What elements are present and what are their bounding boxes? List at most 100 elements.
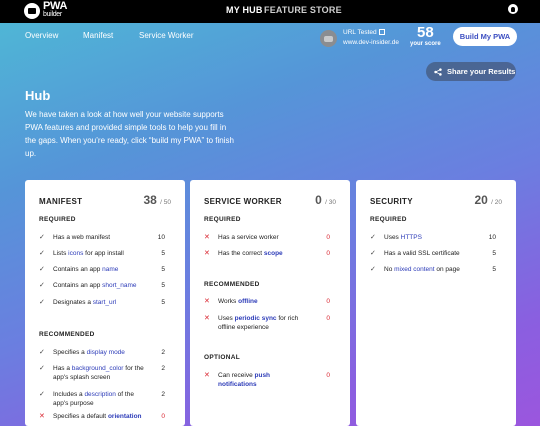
checklist-item-text: Specifies a default orientation [53,413,142,420]
card-score: 20 / 20 [474,193,502,207]
check-icon: ✓ [370,250,376,257]
checklist-item-text: Contains an app name [53,266,119,273]
checklist-item-text: Lists icons for app install [53,250,124,257]
checklist-item: ✕ Uses periodic sync for rich offline exp… [204,314,330,332]
share-label: Share your Results [447,67,516,76]
check-icon: ✓ [39,391,45,398]
checklist-item: ✓ Contains an app short_name 5 [39,281,165,290]
check-icon: ✓ [39,266,45,273]
card-title: MANIFEST [39,197,83,206]
item-points: 0 [161,413,165,420]
feature-link[interactable]: start_url [93,299,116,306]
security-card: SECURITY 20 / 20 REQUIRED ✓ Uses HTTPS 10 ✓… [356,180,516,426]
feature-link[interactable]: orientation [108,413,142,420]
feature-link[interactable]: name [102,266,118,273]
item-points: 2 [161,349,165,356]
service-worker-card: SERVICE WORKER 0 / 30 REQUIRED RECOMMEND… [190,180,350,426]
top-bar: PWA builder MY HUB FEATURE STORE [0,0,540,23]
cross-icon: ✕ [204,250,210,257]
section-recommended: RECOMMENDED [39,331,95,338]
cross-icon: ✕ [204,315,210,322]
nav-my-hub[interactable]: MY HUB [226,5,263,15]
external-link-icon[interactable] [378,29,385,35]
checklist-item: ✓ Lists icons for app install 5 [39,249,165,258]
feature-link[interactable]: scope [264,250,283,257]
check-icon: ✓ [39,349,45,356]
feature-link[interactable]: mixed content [394,266,434,273]
checklist-item-text: Designates a start_url [53,299,117,306]
card-title: SECURITY [370,197,413,206]
checklist-item-text: Specifies a display mode [53,349,125,356]
card-title: SERVICE WORKER [204,197,282,206]
checklist-item-text: Works offline [218,298,258,305]
section-recommended: RECOMMENDED [204,281,260,288]
item-points: 0 [326,250,330,257]
item-points: 0 [326,298,330,305]
checklist-item-text: No mixed content on page [384,266,460,273]
item-points: 5 [161,266,165,273]
score-label: your score [410,41,441,47]
share-results-button[interactable]: Share your Results [426,62,516,81]
github-icon[interactable] [508,4,518,14]
pwa-builder-logo[interactable]: PWA builder [24,1,67,19]
item-points: 5 [161,250,165,257]
feature-link[interactable]: offline [238,298,258,305]
hub-description: We have taken a look at how well your we… [25,110,234,158]
overall-score: 58 your score [410,25,441,48]
tab-overview[interactable]: Overview [25,31,58,40]
checklist-item-text: Can receive push notifications [218,372,271,388]
item-points: 5 [492,250,496,257]
site-avatar-icon [320,29,337,47]
item-points: 2 [161,391,165,398]
checklist-item: ✕ Works offline 0 [204,297,330,306]
url-tested-label: URL Tested [343,29,377,36]
checklist-item: ✕ Has a service worker 0 [204,233,330,242]
score-value: 58 [417,24,434,41]
card-score: 38 / 50 [143,193,171,207]
feature-link[interactable]: short_name [102,282,136,289]
checklist-item: ✓ Has a valid SSL certificate 5 [370,249,496,258]
check-icon: ✓ [39,299,45,306]
feature-link[interactable]: HTTPS [401,234,422,241]
tab-manifest[interactable]: Manifest [83,31,113,40]
url-tested-value: www.dev-insider.de [343,39,399,46]
checklist-item-text: Contains an app short_name [53,282,137,289]
url-tested-info: URL Tested www.dev-insider.de [320,28,399,48]
cross-icon: ✕ [204,372,210,379]
checklist-item: ✓ Contains an app name 5 [39,265,165,274]
check-icon: ✓ [370,234,376,241]
checklist-item: ✓ Has a web manifest 10 [39,233,165,242]
checklist-item: ✓ No mixed content on page 5 [370,265,496,274]
cross-icon: ✕ [204,234,210,241]
check-icon: ✓ [370,266,376,273]
cross-icon: ✕ [39,413,45,420]
feature-link[interactable]: background_color [72,365,124,372]
item-points: 2 [161,365,165,372]
feature-link[interactable]: display mode [87,349,125,356]
feature-link[interactable]: periodic sync [235,315,277,322]
check-icon: ✓ [39,234,45,241]
check-icon: ✓ [39,282,45,289]
tab-service-worker[interactable]: Service Worker [139,31,194,40]
logo-sub: builder [43,11,62,18]
build-my-pwa-button[interactable]: Build My PWA [453,27,517,46]
checklist-item: ✓ Has a background_color for the app's sp… [39,364,165,382]
checklist-item: ✓ Includes a description of the app's pur… [39,390,165,408]
nav-feature-store[interactable]: FEATURE STORE [264,5,342,15]
checklist-item-text: Uses HTTPS [384,234,422,241]
feature-link[interactable]: description [84,391,115,398]
cross-icon: ✕ [204,298,210,305]
card-score: 0 / 30 [315,193,336,207]
item-points: 10 [488,234,496,241]
item-points: 0 [326,234,330,241]
item-points: 5 [161,299,165,306]
checklist-item: ✕ Has the correct scope 0 [204,249,330,258]
item-points: 5 [492,266,496,273]
checklist-item: ✓ Designates a start_url 5 [39,298,165,307]
page-title: Hub [25,88,51,103]
checklist-item: ✓ Uses HTTPS 10 [370,233,496,242]
checklist-item-text: Uses periodic sync for rich offline expe… [218,315,299,331]
check-icon: ✓ [39,365,45,372]
feature-link[interactable]: icons [68,250,83,257]
item-points: 10 [157,234,165,241]
